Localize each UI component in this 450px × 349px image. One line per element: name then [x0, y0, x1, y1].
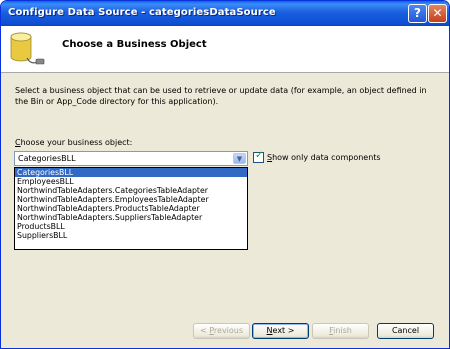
- dropdown-option[interactable]: ProductsBLL: [15, 222, 247, 231]
- chevron-down-icon[interactable]: ▼: [233, 153, 246, 164]
- checkmark-icon: ✓: [255, 150, 264, 161]
- configure-data-source-dialog: Configure Data Source - categoriesDataSo…: [0, 0, 450, 349]
- database-icon: [10, 32, 45, 65]
- dropdown-option[interactable]: CategoriesBLL: [15, 168, 247, 177]
- window-title: Configure Data Source - categoriesDataSo…: [8, 7, 276, 18]
- next-button[interactable]: Next >: [252, 323, 309, 339]
- show-only-data-components-checkbox[interactable]: ✓: [253, 150, 264, 163]
- description-text: Select a business object that can be use…: [15, 86, 427, 106]
- dropdown-option[interactable]: NorthwindTableAdapters.ProductsTableAdap…: [15, 204, 247, 213]
- dropdown-option[interactable]: NorthwindTableAdapters.SuppliersTableAda…: [15, 213, 247, 222]
- finish-button[interactable]: Finish: [312, 323, 369, 339]
- cancel-button[interactable]: Cancel: [377, 323, 434, 339]
- close-icon: ✕: [432, 6, 443, 20]
- business-object-label: Choose your business object:: [15, 138, 133, 147]
- selected-value: CategoriesBLL: [18, 154, 76, 163]
- dropdown-option[interactable]: NorthwindTableAdapters.CategoriesTableAd…: [15, 186, 247, 195]
- page-title: Choose a Business Object: [62, 39, 207, 50]
- business-object-dropdown-list[interactable]: CategoriesBLL EmployeesBLL NorthwindTableA…: [14, 167, 248, 250]
- title-bar[interactable]: Configure Data Source - categoriesDataSo…: [1, 1, 449, 26]
- business-object-select[interactable]: CategoriesBLL ▼: [14, 151, 248, 166]
- dropdown-option[interactable]: EmployeesBLL: [15, 177, 247, 186]
- dropdown-option[interactable]: NorthwindTableAdapters.EmployeesTableAda…: [15, 195, 247, 204]
- help-icon: ?: [414, 6, 421, 20]
- show-only-data-components-label[interactable]: Show only data components: [267, 153, 381, 162]
- previous-button[interactable]: < Previous: [193, 323, 250, 339]
- close-button[interactable]: ✕: [428, 4, 447, 23]
- dropdown-option[interactable]: SuppliersBLL: [15, 231, 247, 240]
- help-button[interactable]: ?: [408, 4, 427, 23]
- wizard-header: Choose a Business Object: [1, 26, 449, 73]
